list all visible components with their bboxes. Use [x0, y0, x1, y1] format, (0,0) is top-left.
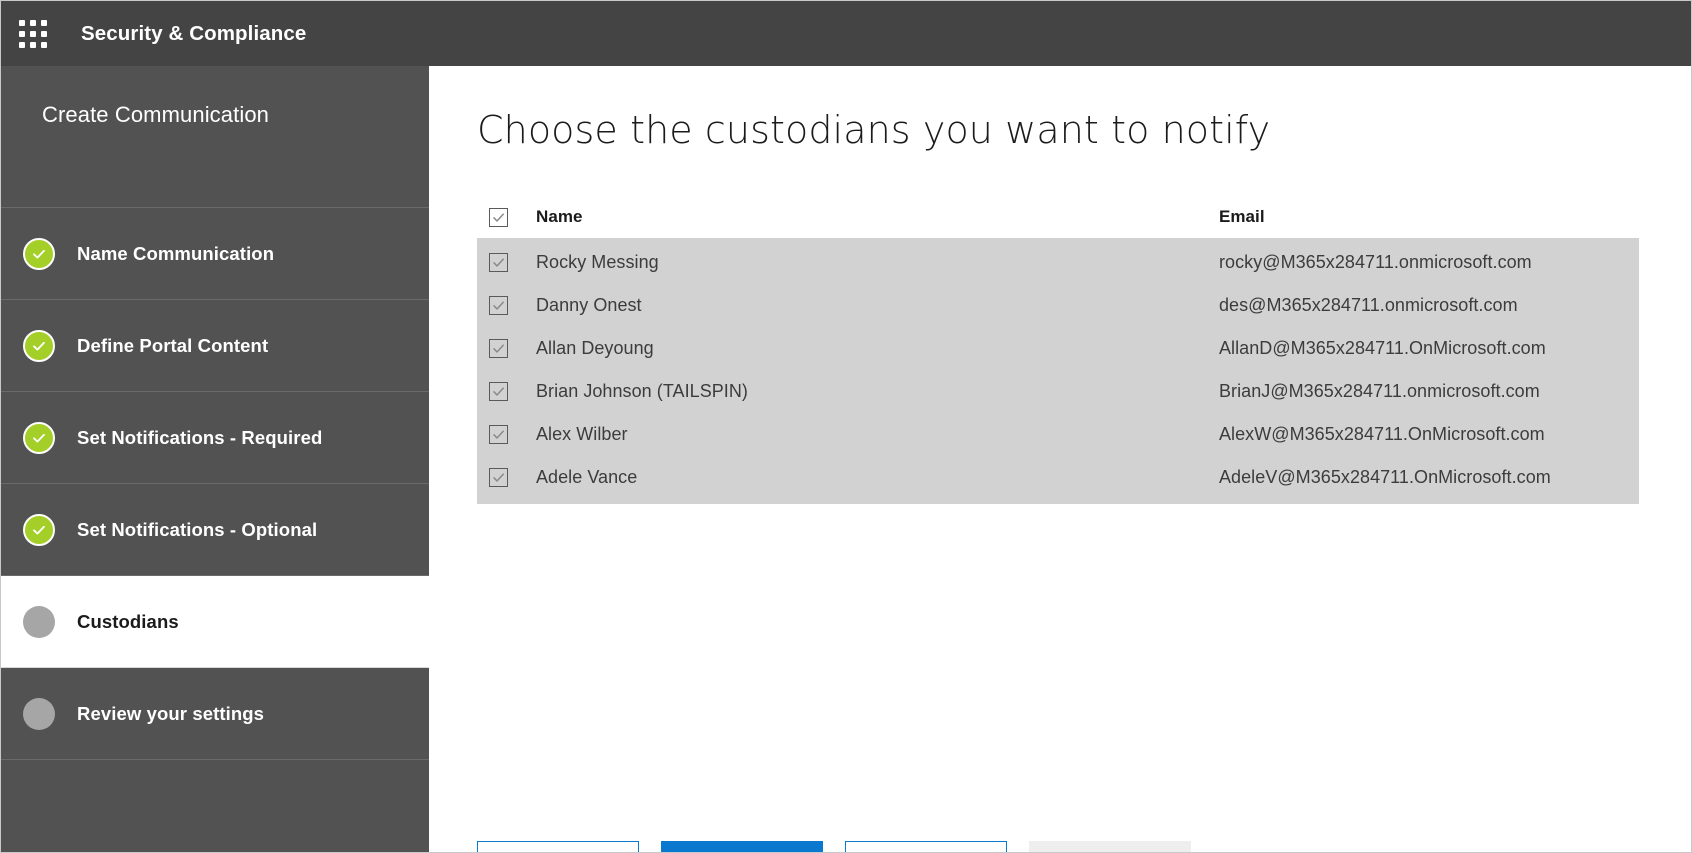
cell-email: BrianJ@M365x284711.onmicrosoft.com	[1209, 381, 1639, 402]
sidebar-item-define-portal-content[interactable]: Define Portal Content	[1, 300, 429, 392]
custodians-table: Name Email Rocky Messing rocky@M365x2847…	[477, 196, 1639, 504]
row-select-cell	[477, 382, 519, 401]
waffle-dot	[30, 31, 36, 37]
page-title: Choose the custodians you want to notify	[477, 108, 1691, 152]
wizard-title: Create Communication	[42, 102, 429, 128]
circle-icon	[23, 698, 55, 730]
check-circle-icon	[23, 238, 55, 270]
sidebar-item-review-your-settings[interactable]: Review your settings	[1, 668, 429, 760]
row-select-cell	[477, 253, 519, 272]
save-draft-button: Save Draft	[1029, 841, 1191, 853]
column-header-name[interactable]: Name	[519, 207, 1209, 227]
main-content: Choose the custodians you want to notify…	[429, 66, 1691, 852]
row-checkbox[interactable]	[489, 339, 508, 358]
table-body: Rocky Messing rocky@M365x284711.onmicros…	[477, 238, 1639, 504]
cell-name: Allan Deyoung	[519, 338, 1209, 359]
back-button[interactable]: Back	[477, 841, 639, 853]
cell-name: Danny Onest	[519, 295, 1209, 316]
check-circle-icon	[23, 422, 55, 454]
top-app-bar: Security & Compliance	[1, 1, 1691, 66]
table-row[interactable]: Allan Deyoung AllanD@M365x284711.OnMicro…	[477, 327, 1639, 370]
waffle-dot	[19, 31, 25, 37]
cancel-button[interactable]: Cancel	[845, 841, 1007, 853]
sidebar-item-label: Define Portal Content	[77, 335, 268, 357]
row-checkbox[interactable]	[489, 253, 508, 272]
row-select-cell	[477, 296, 519, 315]
sidebar-item-label: Name Communication	[77, 243, 274, 265]
table-header-row: Name Email	[477, 196, 1639, 238]
row-select-cell	[477, 425, 519, 444]
sidebar-item-label: Set Notifications - Optional	[77, 519, 317, 541]
app-launcher-grid-icon[interactable]	[13, 14, 53, 54]
sidebar-item-label: Custodians	[77, 611, 179, 633]
cell-name: Adele Vance	[519, 467, 1209, 488]
cell-name: Brian Johnson (TAILSPIN)	[519, 381, 1209, 402]
cell-name: Rocky Messing	[519, 252, 1209, 273]
table-row[interactable]: Adele Vance AdeleV@M365x284711.OnMicroso…	[477, 456, 1639, 499]
wizard-button-bar: Back Next Cancel Save Draft	[477, 841, 1191, 853]
waffle-dot	[19, 42, 25, 48]
waffle-dot	[41, 42, 47, 48]
waffle-dot	[41, 31, 47, 37]
row-select-cell	[477, 468, 519, 487]
cell-email: AdeleV@M365x284711.OnMicrosoft.com	[1209, 467, 1639, 488]
cell-email: des@M365x284711.onmicrosoft.com	[1209, 295, 1639, 316]
row-select-cell	[477, 339, 519, 358]
row-checkbox[interactable]	[489, 382, 508, 401]
row-checkbox[interactable]	[489, 296, 508, 315]
sidebar-item-custodians[interactable]: Custodians	[1, 576, 429, 668]
circle-icon	[23, 606, 55, 638]
table-row[interactable]: Danny Onest des@M365x284711.onmicrosoft.…	[477, 284, 1639, 327]
select-all-cell	[477, 208, 519, 227]
next-button[interactable]: Next	[661, 841, 823, 853]
table-row[interactable]: Rocky Messing rocky@M365x284711.onmicros…	[477, 241, 1639, 284]
sidebar-filler	[1, 760, 429, 852]
app-window: Security & Compliance Create Communicati…	[0, 0, 1692, 853]
waffle-dot	[30, 42, 36, 48]
waffle-dot	[41, 20, 47, 26]
table-row[interactable]: Alex Wilber AlexW@M365x284711.OnMicrosof…	[477, 413, 1639, 456]
row-checkbox[interactable]	[489, 425, 508, 444]
sidebar-item-set-notifications-required[interactable]: Set Notifications - Required	[1, 392, 429, 484]
waffle-dot	[19, 20, 25, 26]
cell-email: AlexW@M365x284711.OnMicrosoft.com	[1209, 424, 1639, 445]
cell-email: rocky@M365x284711.onmicrosoft.com	[1209, 252, 1639, 273]
sidebar-item-label: Review your settings	[77, 703, 264, 725]
row-checkbox[interactable]	[489, 468, 508, 487]
check-circle-icon	[23, 514, 55, 546]
waffle-dot	[30, 20, 36, 26]
sidebar-item-name-communication[interactable]: Name Communication	[1, 208, 429, 300]
cell-name: Alex Wilber	[519, 424, 1209, 445]
select-all-checkbox[interactable]	[489, 208, 508, 227]
sidebar-item-set-notifications-optional[interactable]: Set Notifications - Optional	[1, 484, 429, 576]
sidebar-item-label: Set Notifications - Required	[77, 427, 322, 449]
check-circle-icon	[23, 330, 55, 362]
cell-email: AllanD@M365x284711.OnMicrosoft.com	[1209, 338, 1639, 359]
column-header-email[interactable]: Email	[1209, 207, 1639, 227]
wizard-sidebar: Create Communication Name Communication …	[1, 66, 429, 852]
body-split: Create Communication Name Communication …	[1, 66, 1691, 852]
table-row[interactable]: Brian Johnson (TAILSPIN) BrianJ@M365x284…	[477, 370, 1639, 413]
wizard-title-block: Create Communication	[1, 66, 429, 208]
app-title: Security & Compliance	[81, 22, 306, 46]
